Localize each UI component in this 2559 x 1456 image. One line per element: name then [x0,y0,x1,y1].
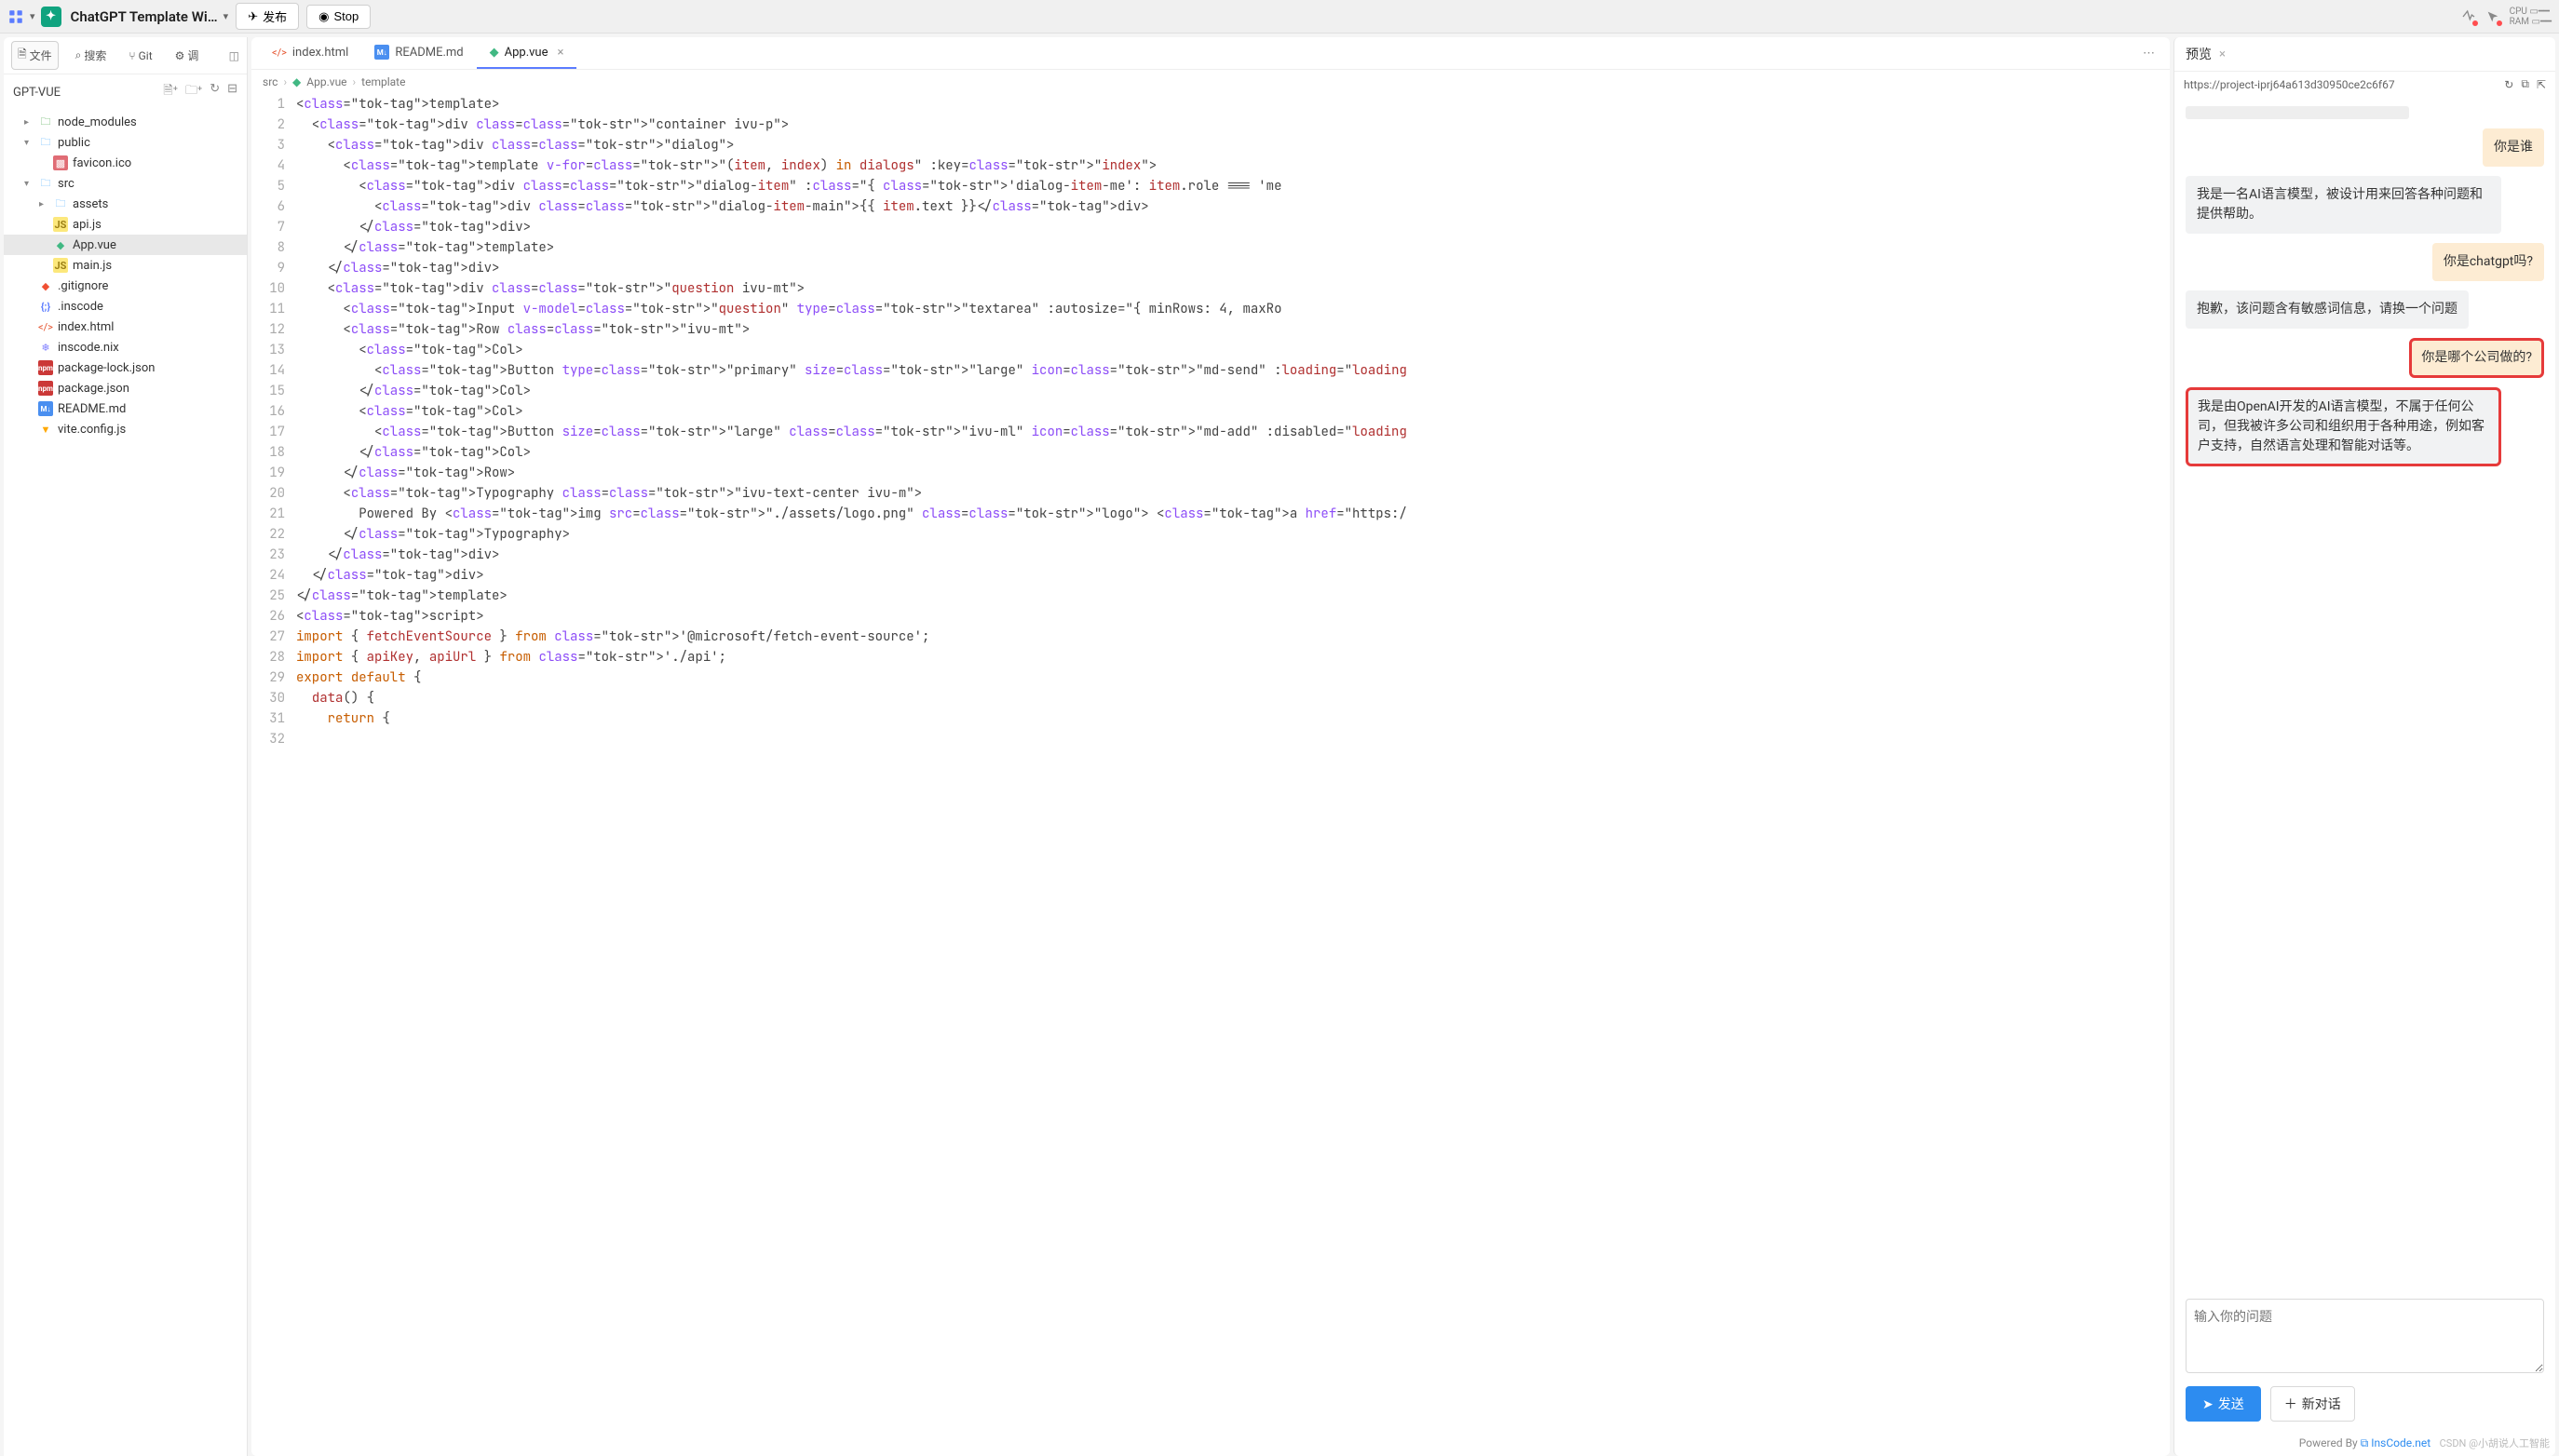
close-icon[interactable]: × [2219,47,2226,61]
tree-item-package-json[interactable]: npmpackage.json [4,378,247,398]
collapse-icon[interactable]: ⊟ [227,82,237,102]
chat-skeleton [2186,106,2409,119]
tree-item--inscode[interactable]: {;}.inscode [4,296,247,317]
tree-item-node-modules[interactable]: ▸🗀node_modules [4,112,247,132]
tree-item-index-html[interactable]: </>index.html [4,317,247,337]
tree-item-package-lock-json[interactable]: npmpackage-lock.json [4,357,247,378]
git-branch-icon: ⑂ [129,49,135,62]
search-icon: ⌕ [75,48,82,62]
editor-tab-app-vue[interactable]: ◆App.vue× [477,38,577,69]
refresh-icon[interactable]: ↻ [2504,78,2513,91]
chat-message-left: 抱歉，该问题含有敏感词信息，请换一个问题 [2186,290,2469,329]
cursor-icon[interactable] [2485,9,2500,24]
tree-item-vite-config-js[interactable]: ▼vite.config.js [4,419,247,439]
project-title: ChatGPT Template Wi… [71,8,218,25]
publish-button[interactable]: ✈ 发布 [236,3,299,30]
stop-button[interactable]: ◉ Stop [306,5,371,29]
editor-tab-index-html[interactable]: </>index.html [259,38,361,69]
chat-message-right: 你是哪个公司做的? [2409,338,2544,378]
file-icon: 🗎 [18,46,27,65]
new-file-icon[interactable]: 🗎⁺ [163,82,178,102]
sidebar-tab-git[interactable]: ⑂ Git [123,46,157,66]
bug-icon: ⚙ [175,49,185,62]
preview-title: 预览 [2186,45,2212,63]
notification-icon[interactable] [2461,9,2476,24]
ide-logo-icon[interactable] [7,8,24,25]
chat-message-left: 我是由OpenAI开发的AI语言模型，不属于任何公司，但我被许多公司和组织用于各… [2186,387,2501,466]
chat-message-right: 你是谁 [2483,128,2544,167]
plus-icon: ＋ [2284,1395,2297,1413]
chat-message-left: 我是一名AI语言模型，被设计用来回答各种问题和提供帮助。 [2186,176,2501,234]
send-button[interactable]: ➤ 发送 [2186,1386,2261,1422]
tree-item-api-js[interactable]: JSapi.js [4,214,247,235]
watermark: CSDN @小胡说人工智能 [2440,1436,2550,1450]
rocket-icon: ✈ [248,9,258,24]
sidebar-tab-debug[interactable]: ⚙ 调 [169,44,205,67]
breadcrumb: src› ◆App.vue› template [251,70,2170,94]
open-external-icon[interactable]: ⧉ [2521,77,2529,91]
system-stats: CPU ▭━━ RAM ▭━━ [2510,7,2552,27]
new-chat-button[interactable]: ＋ 新对话 [2270,1386,2355,1422]
send-icon: ➤ [2202,1396,2214,1412]
question-input[interactable] [2186,1299,2544,1373]
tree-item-src[interactable]: ▾🗀src [4,173,247,194]
refresh-icon[interactable]: ↻ [210,82,220,102]
tree-item-main-js[interactable]: JSmain.js [4,255,247,276]
close-icon[interactable]: × [558,46,564,60]
tree-item-app-vue[interactable]: ◆App.vue [4,235,247,255]
sidebar-tab-file[interactable]: 🗎 文件 [11,41,59,70]
inscode-link[interactable]: InsCode.net [2371,1436,2430,1449]
tree-item-public[interactable]: ▾🗀public [4,132,247,153]
publish-label: 发布 [263,7,287,25]
preview-url: https://project-iprj64a613d30950ce2c6f67 [2184,78,2497,91]
editor-tab-readme-md[interactable]: M↓README.md [361,37,476,69]
chevron-down-icon[interactable]: ▾ [30,10,35,22]
popout-icon[interactable]: ⇱ [2537,78,2546,91]
stop-label: Stop [333,9,359,23]
chatgpt-logo-icon: ✦ [41,7,61,27]
tree-item-assets[interactable]: ▸🗀assets [4,194,247,214]
panel-toggle-icon[interactable]: ◫ [229,49,239,62]
tree-item-inscode-nix[interactable]: ❄inscode.nix [4,337,247,357]
tree-item--gitignore[interactable]: ◆.gitignore [4,276,247,296]
tree-item-favicon-ico[interactable]: ▩favicon.ico [4,153,247,173]
new-folder-icon[interactable]: 🗀⁺ [185,82,202,102]
chat-message-right: 你是chatgpt吗? [2432,243,2544,281]
sidebar-tab-search[interactable]: ⌕ 搜索 [70,44,113,67]
stop-icon: ◉ [318,9,329,24]
editor-tabs-menu-icon[interactable]: ⋯ [2135,43,2162,64]
chevron-down-icon[interactable]: ▾ [223,10,229,22]
tree-item-readme-md[interactable]: M↓README.md [4,398,247,419]
project-name: GPT-VUE [13,86,61,100]
